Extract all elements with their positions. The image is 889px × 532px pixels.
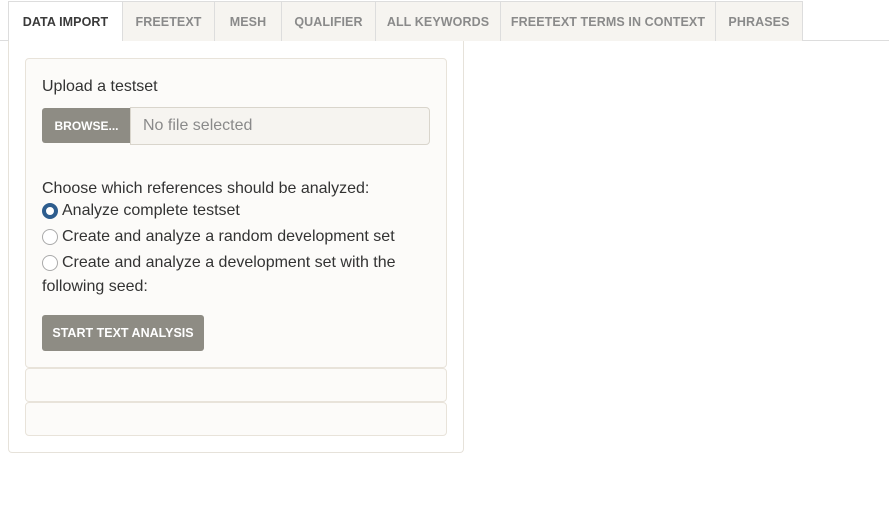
tab-bar: DATA IMPORT FREETEXT MESH QUALIFIER ALL …: [0, 0, 889, 42]
empty-well-2: [25, 402, 447, 436]
upload-label: Upload a testset: [42, 78, 158, 95]
radio-complete-testset-label[interactable]: Analyze complete testset: [62, 202, 240, 220]
start-text-analysis-button[interactable]: START TEXT ANALYSIS: [42, 315, 204, 351]
tab-mesh[interactable]: MESH: [214, 1, 282, 41]
empty-well-1: [25, 368, 447, 402]
file-name-field: No file selected: [130, 107, 430, 145]
radio-seeded-devset-label-cont: following seed:: [42, 278, 148, 295]
tab-freetext-terms-in-context[interactable]: FREETEXT TERMS IN CONTEXT: [500, 1, 716, 41]
tab-qualifier[interactable]: QUALIFIER: [281, 1, 376, 41]
browse-button[interactable]: BROWSE...: [42, 108, 131, 143]
radio-seeded-devset[interactable]: [42, 255, 58, 271]
tab-all-keywords[interactable]: ALL KEYWORDS: [375, 1, 501, 41]
analysis-prompt: Choose which references should be analyz…: [42, 180, 370, 197]
radio-seeded-devset-label[interactable]: Create and analyze a development set wit…: [62, 254, 396, 272]
radio-random-devset-label[interactable]: Create and analyze a random development …: [62, 228, 395, 246]
radio-random-devset[interactable]: [42, 229, 58, 245]
tab-phrases[interactable]: PHRASES: [715, 1, 803, 41]
tab-freetext[interactable]: FREETEXT: [122, 1, 215, 41]
radio-complete-testset[interactable]: [42, 203, 58, 219]
tab-data-import[interactable]: DATA IMPORT: [8, 1, 123, 42]
